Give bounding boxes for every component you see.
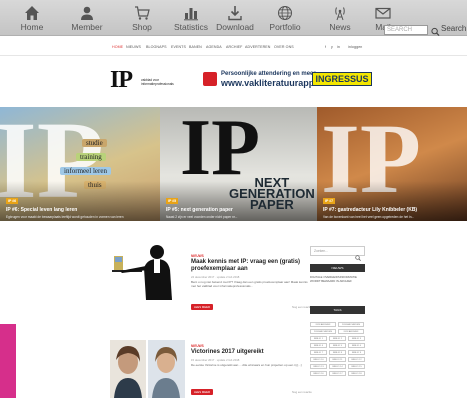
banner-line1: Persoonlijke attendering en meer: [221, 71, 316, 77]
globe-icon: [277, 5, 293, 21]
tag-link[interactable]: BIBLIO 8: [329, 350, 346, 355]
banner-logo-icon: [203, 72, 217, 86]
next-generation-paper-text: NEXT GENERATION PAPER: [229, 176, 315, 211]
search-icon[interactable]: [431, 24, 440, 37]
home-icon: [24, 5, 40, 21]
tag-link[interactable]: BIBLIO 17: [329, 371, 346, 376]
nav-item-adverteren[interactable]: ADVERTEREN: [245, 45, 271, 49]
tag-link[interactable]: BIBLIO 9: [348, 350, 365, 355]
toolbar-label: Portfolio: [269, 22, 301, 32]
nav-item-nieuws[interactable]: NIEUWS: [126, 45, 141, 49]
nav-item-banen[interactable]: BANEN: [189, 45, 202, 49]
twitter-icon[interactable]: y: [331, 45, 333, 49]
slide-tag: IP #6: [6, 198, 19, 204]
toolbar-label: Member: [71, 22, 103, 32]
tag-link[interactable]: BIBLIO 6: [348, 343, 365, 348]
linkedin-icon[interactable]: in: [337, 45, 340, 49]
tag-link[interactable]: BIBLIO 3: [348, 336, 365, 341]
site-logo[interactable]: IP: [110, 67, 133, 94]
nav-item-over-ons[interactable]: OVER ONS: [274, 45, 294, 49]
post-meta: 24 december 2017 · update 2 feb 2018: [191, 275, 240, 279]
top-toolbar: Home Member Shop Statistics Download Por…: [0, 0, 467, 37]
slide-title[interactable]: IP #6: Special leven lang leren: [6, 207, 146, 213]
toolbar-search-input[interactable]: SEARCH: [384, 25, 428, 35]
nav-item-home[interactable]: HOME: [112, 45, 123, 49]
sign-label: informeel leren: [60, 167, 111, 175]
tag-link[interactable]: 2018 ARCHIEF: [338, 329, 364, 334]
post-title[interactable]: Victorines 2017 uitgereikt: [191, 349, 311, 356]
tag-link[interactable]: BIBLIO 12: [348, 357, 365, 362]
slide-description: Egbrugen voor maakt de bewaarplaats leef…: [6, 215, 124, 219]
toolbar-portfolio[interactable]: Portfolio: [255, 0, 315, 36]
sign-label: studie: [82, 139, 107, 147]
banner-brand: INGRESSUS: [312, 72, 372, 86]
post-category[interactable]: NIEUWS: [191, 254, 204, 258]
slide-description: Van de bovenkant van heel het veel geen …: [323, 215, 415, 219]
tag-link[interactable]: BIBLIO 16: [310, 371, 327, 376]
tag-link[interactable]: BIBLIO 14: [329, 364, 346, 369]
post-thumbnail[interactable]: [110, 340, 185, 398]
tag-link[interactable]: BIBLIO 13: [310, 364, 327, 369]
tag-link[interactable]: 2018 ARCHIEVEN: [338, 322, 364, 327]
read-more-button[interactable]: LEES MEER: [191, 389, 213, 395]
left-decorative-strip: [0, 324, 16, 398]
post-meta: 15 december 2017 · update 2 feb 2018: [191, 358, 240, 362]
tag-link[interactable]: BIBLIO 1: [310, 336, 327, 341]
cart-icon: [134, 5, 150, 21]
site-nav: HOME NIEUWS BLOGNAPS EVENTS BANEN AGENDA…: [0, 36, 467, 56]
post-excerpt: Bent u nog niet bekend met IP? Vraag dan…: [191, 280, 308, 288]
sidebar-heading: TAGS: [310, 306, 365, 314]
slide-1[interactable]: IP studie training informeel leren thuis…: [0, 107, 160, 221]
tag-link[interactable]: BIBLIO 18: [348, 371, 365, 376]
slide-tag: IP #7: [323, 198, 336, 204]
sidebar-heading: NIEUWS: [310, 264, 365, 272]
antenna-icon: [332, 5, 348, 21]
post-category[interactable]: NIEUWS: [191, 344, 204, 348]
tag-link[interactable]: BIBLIO 4: [310, 343, 327, 348]
sign-label: training: [76, 153, 106, 161]
slide-title[interactable]: IP #7: gastredacteur Lily Knibbeler (KB): [323, 207, 463, 213]
statistics-icon: [183, 5, 199, 21]
toolbar-label: Home: [20, 22, 44, 32]
toolbar-member[interactable]: Member: [57, 0, 117, 36]
post-thumbnail[interactable]: [110, 242, 185, 300]
tag-link[interactable]: BIBLIO 15: [348, 364, 365, 369]
download-icon: [227, 5, 243, 21]
mail-icon: [375, 5, 391, 21]
tag-link[interactable]: 2018 ARCHIEVEN: [310, 329, 336, 334]
nav-item-archief[interactable]: ARCHIEF: [226, 45, 242, 49]
tag-link[interactable]: BIBLIO 10: [310, 357, 327, 362]
tag-link[interactable]: 2018 ARCHIEF: [310, 322, 336, 327]
nav-item-events[interactable]: EVENTS: [171, 45, 186, 49]
search-icon[interactable]: [355, 248, 361, 261]
member-icon: [79, 5, 95, 21]
login-link[interactable]: inloggen: [348, 45, 362, 49]
sidebar-news-item[interactable]: DIGITALE OVERHEIDSINFORMATIE WORDT BEWAA…: [310, 275, 365, 283]
toolbar-home[interactable]: Home: [2, 0, 62, 36]
tag-link[interactable]: BIBLIO 5: [329, 343, 346, 348]
post-title[interactable]: Maak kennis met IP: vraag een (gratis) p…: [191, 259, 311, 273]
tag-link[interactable]: BIBLIO 2: [329, 336, 346, 341]
tag-link[interactable]: BIBLIO 7: [310, 350, 327, 355]
slide-3[interactable]: IP IP #7 IP #7: gastredacteur Lily Knibb…: [317, 107, 467, 221]
read-more-button[interactable]: LEES MEER: [191, 304, 213, 310]
slide-description: Naast 2 zijn er veel voorden onder nicht…: [166, 215, 238, 219]
post-comments[interactable]: Nog een reactie: [292, 305, 312, 309]
tag-link[interactable]: BIBLIO 11: [329, 357, 346, 362]
toolbar-search-button[interactable]: Search: [441, 24, 466, 33]
post-item: NIEUWS Victorines 2017 uitgereikt 15 dec…: [110, 340, 312, 398]
header-banner[interactable]: Persoonlijke attendering en meer www.vak…: [203, 69, 373, 91]
post-comments[interactable]: Nog een reactie: [292, 390, 312, 394]
nav-item-agenda[interactable]: AGENDA: [206, 45, 222, 49]
post-item: NIEUWS Maak kennis met IP: vraag een (gr…: [110, 242, 312, 312]
nav-item-blognaps[interactable]: BLOGNAPS: [146, 45, 167, 49]
site-logo-subtitle: vakblad voor informatieprofessionals: [141, 78, 174, 86]
slide-tag: IP #5: [166, 198, 179, 204]
facebook-icon[interactable]: f: [325, 45, 326, 49]
post-excerpt: De eerste Victorine is uitgereikt aan ..…: [191, 363, 302, 367]
